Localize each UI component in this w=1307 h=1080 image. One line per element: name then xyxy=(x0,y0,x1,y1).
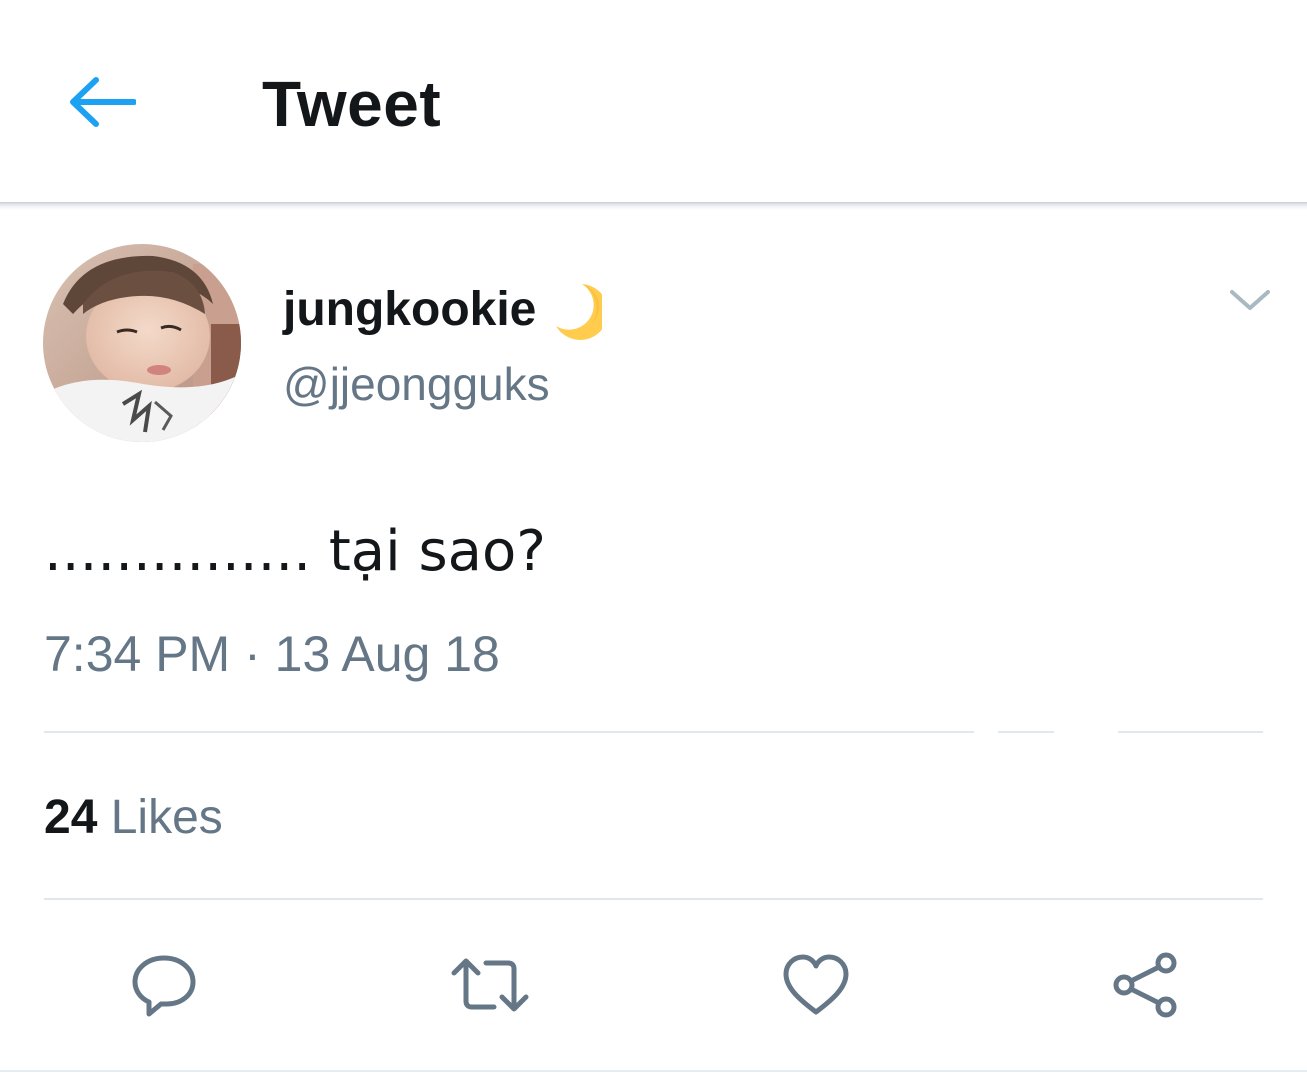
top-app-bar: Tweet xyxy=(0,0,1307,204)
share-button[interactable] xyxy=(1102,945,1186,1029)
tweet-timestamp[interactable]: 7:34 PM · 13 Aug 18 xyxy=(44,624,500,684)
like-button[interactable] xyxy=(774,945,858,1029)
arrow-left-icon xyxy=(68,76,137,133)
crescent-moon-icon xyxy=(552,280,609,340)
likes-stat[interactable]: 24 Likes xyxy=(44,788,223,848)
display-name[interactable]: jungkookie xyxy=(283,280,536,340)
page-title: Tweet xyxy=(262,68,442,140)
back-button[interactable] xyxy=(60,66,144,142)
likes-count: 24 xyxy=(44,791,98,844)
divider xyxy=(998,731,1054,733)
retweet-button[interactable] xyxy=(448,945,532,1029)
tweet-text: ............... tại sao? xyxy=(44,519,546,584)
avatar[interactable] xyxy=(43,244,241,442)
bottom-divider xyxy=(0,1070,1307,1072)
divider xyxy=(44,731,974,733)
reply-button[interactable] xyxy=(122,945,206,1029)
header-divider xyxy=(0,202,1307,210)
author-name-row: jungkookie xyxy=(283,278,609,342)
chevron-down-icon xyxy=(1228,286,1272,319)
reply-icon xyxy=(129,952,199,1023)
profile-photo xyxy=(43,244,241,442)
likes-label: Likes xyxy=(110,791,223,844)
divider xyxy=(44,898,1263,900)
share-icon xyxy=(1108,949,1180,1026)
retweet-icon xyxy=(448,955,532,1020)
tweet-detail-screen: Tweet jungkookie @jjeongguks ...........… xyxy=(0,0,1307,1080)
heart-icon xyxy=(780,952,852,1023)
divider xyxy=(1118,731,1263,733)
author-handle[interactable]: @jjeongguks xyxy=(283,356,550,412)
more-options-button[interactable] xyxy=(1222,280,1278,324)
